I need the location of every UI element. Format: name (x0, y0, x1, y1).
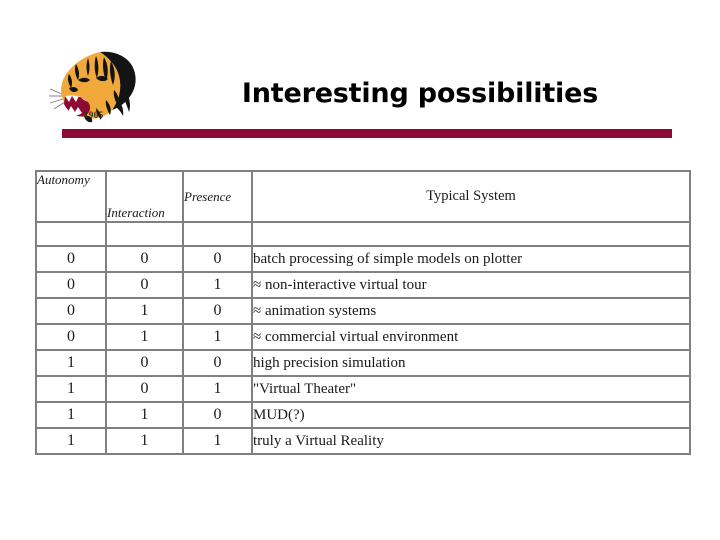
cell-autonomy: 1 (35, 401, 107, 429)
cell-typical-system: ≈ non-interactive virtual tour (251, 271, 691, 299)
cell-autonomy: 0 (35, 245, 107, 273)
title-accent-bar (62, 129, 672, 138)
cell-presence: 0 (182, 349, 253, 377)
cell-typical-system: high precision simulation (251, 349, 691, 377)
cell-presence: 0 (182, 401, 253, 429)
table-row: 0 0 0 batch processing of simple models … (35, 245, 691, 273)
table-row: 0 1 1 ≈ commercial virtual environment (35, 323, 691, 351)
table-row: 0 0 1 ≈ non-interactive virtual tour (35, 271, 691, 299)
cell-presence: 0 (182, 245, 253, 273)
table-row: 1 0 1 "Virtual Theater" (35, 375, 691, 403)
cell-typical-system: "Virtual Theater" (251, 375, 691, 403)
column-header-autonomy: Autonomy (35, 170, 107, 223)
table-row: 1 1 0 MUD(?) (35, 401, 691, 429)
cell-interaction: 0 (105, 349, 184, 377)
possibilities-table-container: Autonomy Interaction Presence Typical Sy… (35, 170, 691, 455)
table-row: 1 0 0 high precision simulation (35, 349, 691, 377)
cell-typical-system: truly a Virtual Reality (251, 427, 691, 455)
table-body-spacer (35, 221, 691, 246)
cell-interaction: 1 (105, 323, 184, 351)
cell-autonomy: 0 (35, 271, 107, 299)
cell-presence: 1 (182, 427, 253, 455)
spacer-cell (105, 221, 184, 246)
column-header-interaction: Interaction (105, 170, 184, 223)
cell-typical-system: MUD(?) (251, 401, 691, 429)
column-header-presence: Presence (182, 170, 253, 223)
spacer-cell (182, 221, 253, 246)
cell-autonomy: 0 (35, 297, 107, 325)
table-header-row: Autonomy Interaction Presence Typical Sy… (35, 170, 691, 223)
table-row: 1 1 1 truly a Virtual Reality (35, 427, 691, 455)
cell-typical-system: batch processing of simple models on plo… (251, 245, 691, 273)
cell-autonomy: 1 (35, 349, 107, 377)
cell-autonomy: 0 (35, 323, 107, 351)
cell-autonomy: 1 (35, 375, 107, 403)
logo-year-text: 1905 (84, 110, 104, 120)
slide: 1905 Interesting possibilities Autonomy … (0, 0, 720, 540)
cell-presence: 1 (182, 271, 253, 299)
spacer-cell (35, 221, 107, 246)
cell-presence: 1 (182, 323, 253, 351)
table-header: Autonomy Interaction Presence Typical Sy… (35, 170, 691, 223)
cell-typical-system: ≈ animation systems (251, 297, 691, 325)
cell-typical-system: ≈ commercial virtual environment (251, 323, 691, 351)
cell-interaction: 0 (105, 375, 184, 403)
cell-autonomy: 1 (35, 427, 107, 455)
table-body: 0 0 0 batch processing of simple models … (35, 221, 691, 455)
cell-interaction: 1 (105, 401, 184, 429)
tiger-head-logo: 1905 (48, 42, 148, 134)
column-header-typical-system: Typical System (251, 170, 691, 223)
cell-interaction: 0 (105, 271, 184, 299)
cell-presence: 1 (182, 375, 253, 403)
possibilities-table: Autonomy Interaction Presence Typical Sy… (35, 170, 691, 455)
spacer-cell (251, 221, 691, 246)
cell-interaction: 1 (105, 427, 184, 455)
page-title: Interesting possibilities (241, 78, 599, 109)
cell-presence: 0 (182, 297, 253, 325)
cell-interaction: 1 (105, 297, 184, 325)
cell-interaction: 0 (105, 245, 184, 273)
table-row: 0 1 0 ≈ animation systems (35, 297, 691, 325)
